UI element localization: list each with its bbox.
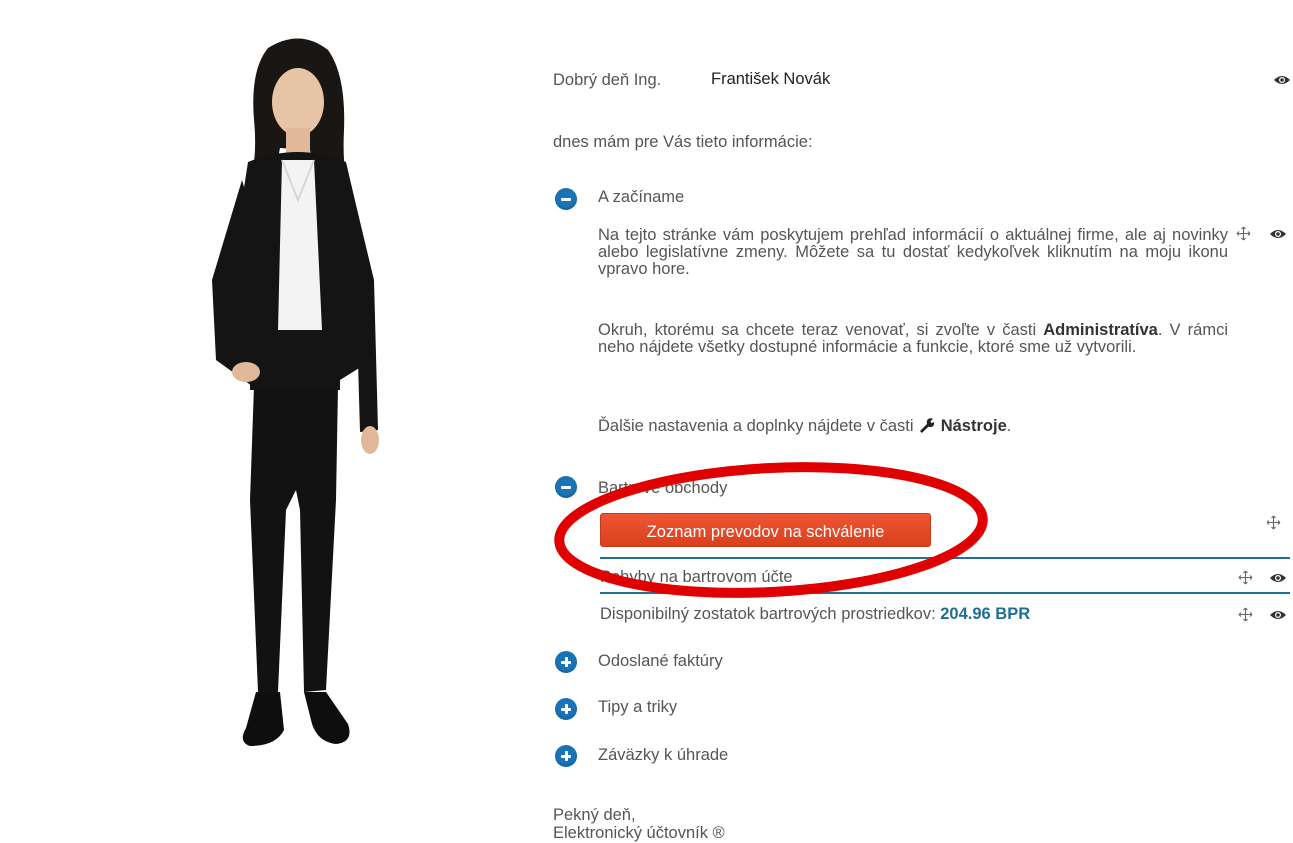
intro-text: dnes mám pre Vás tieto informácie: bbox=[553, 133, 813, 151]
eye-icon[interactable] bbox=[1269, 609, 1287, 621]
section-title-tipy-a-triky[interactable]: Tipy a triky bbox=[598, 698, 677, 717]
greeting-prefix: Dobrý deň Ing. bbox=[553, 71, 662, 89]
intro-paragraph: Na tejto stránke vám poskytujem prehľad … bbox=[598, 226, 1228, 278]
move-icon[interactable] bbox=[1266, 515, 1281, 530]
section-title-zavazky-k-uhrade[interactable]: Záväzky k úhrade bbox=[598, 746, 728, 765]
move-icon[interactable] bbox=[1238, 607, 1253, 622]
divider bbox=[600, 557, 1290, 559]
nastroje-paragraph: Ďalšie nastavenia a doplnky nájdete v ča… bbox=[598, 417, 1012, 435]
section-title-odoslane-faktury[interactable]: Odoslané faktúry bbox=[598, 652, 723, 671]
signoff-line2: Elektronický účtovník ® bbox=[553, 824, 725, 842]
move-icon[interactable] bbox=[1236, 226, 1251, 241]
administrativa-link[interactable]: Administratíva bbox=[1043, 321, 1158, 339]
nastroje-link[interactable]: Nástroje bbox=[941, 417, 1007, 435]
divider bbox=[600, 592, 1290, 594]
signoff-line1: Pekný deň, bbox=[553, 806, 636, 824]
eye-icon[interactable] bbox=[1269, 572, 1287, 584]
plus-icon[interactable] bbox=[555, 745, 577, 767]
wrench-icon bbox=[920, 418, 935, 433]
eye-icon[interactable] bbox=[1273, 74, 1291, 86]
barter-movements-link[interactable]: Pohyby na bartrovom účte bbox=[600, 567, 793, 587]
assistant-photo bbox=[212, 38, 379, 746]
minus-icon[interactable] bbox=[555, 476, 577, 498]
barter-balance-row: Disponibilný zostatok bartrových prostri… bbox=[600, 604, 1030, 624]
minus-icon[interactable] bbox=[555, 188, 577, 210]
plus-icon[interactable] bbox=[555, 651, 577, 673]
approve-transfers-button[interactable]: Zoznam prevodov na schválenie bbox=[600, 513, 931, 547]
section-title-a-zaciname[interactable]: A začíname bbox=[598, 188, 684, 207]
section-title-bartrove-obchody[interactable]: Bartrové obchody bbox=[598, 479, 727, 498]
administrativa-paragraph: Okruh, ktorému sa chcete teraz venovať, … bbox=[598, 321, 1228, 356]
barter-balance-label: Disponibilný zostatok bartrových prostri… bbox=[600, 605, 936, 623]
eye-icon[interactable] bbox=[1269, 228, 1287, 240]
move-icon[interactable] bbox=[1238, 570, 1253, 585]
plus-icon[interactable] bbox=[555, 698, 577, 720]
assistant-panel: Dobrý deň Ing. František Novák dnes mám … bbox=[553, 0, 1293, 843]
barter-balance-value: 204.96 BPR bbox=[940, 605, 1031, 623]
user-name: František Novák bbox=[703, 66, 861, 92]
